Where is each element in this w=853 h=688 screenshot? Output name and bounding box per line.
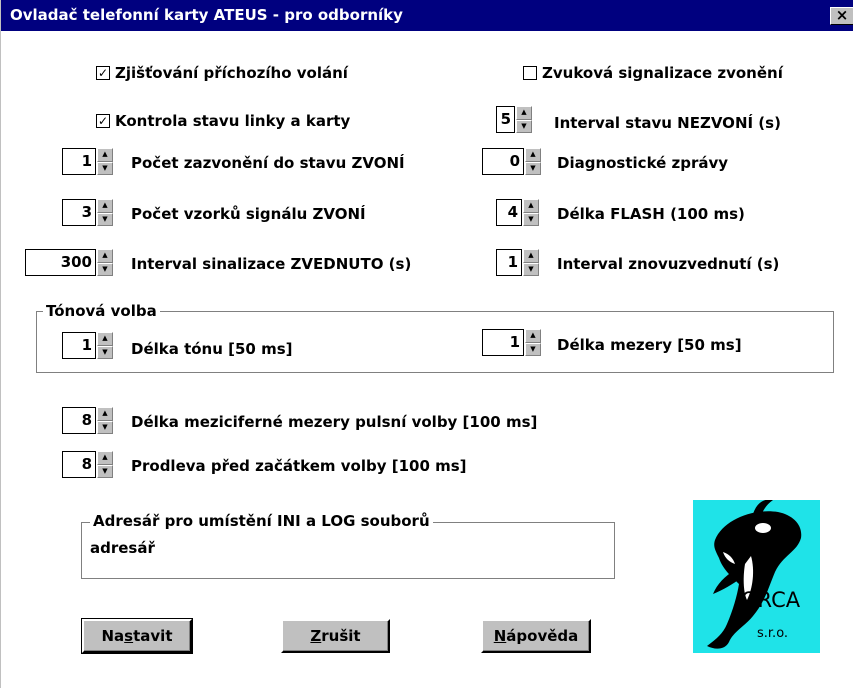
spin-up-icon[interactable]: ▲	[516, 106, 532, 120]
spin-down-icon[interactable]: ▼	[525, 161, 541, 175]
orca-logo: ORCA s.r.o.	[693, 499, 820, 653]
spin-down-icon[interactable]: ▼	[97, 345, 113, 359]
noring-interval-spinner[interactable]: 5 ▲ ▼	[496, 106, 532, 133]
predial-delay-spinner[interactable]: 8 ▲ ▼	[62, 451, 113, 478]
interdigit-gap-spinner[interactable]: 8 ▲ ▼	[62, 407, 113, 434]
repickup-interval-input[interactable]: 1	[496, 249, 522, 276]
spin-up-icon[interactable]: ▲	[97, 451, 113, 465]
tone-length-label: Délka tónu [50 ms]	[131, 340, 293, 358]
cancel-button[interactable]: Zrušit	[281, 619, 390, 653]
pickup-interval-label: Interval sinalizace ZVEDNUTO (s)	[131, 255, 412, 273]
tone-length-spinner[interactable]: 1 ▲ ▼	[62, 332, 113, 359]
ring-samples-spinner[interactable]: 3 ▲ ▼	[62, 199, 113, 226]
line-check-checkbox[interactable]: ✓ Kontrola stavu linky a karty	[96, 112, 350, 130]
spinner-arrows[interactable]: ▲ ▼	[516, 106, 532, 133]
diag-messages-input[interactable]: 0	[482, 148, 524, 175]
spinner-arrows[interactable]: ▲ ▼	[523, 249, 539, 276]
help-button-label-rest: ápověda	[506, 627, 579, 645]
interdigit-gap-input[interactable]: 8	[62, 407, 96, 434]
directory-path[interactable]: adresář	[90, 539, 155, 557]
logo-text-sro: s.r.o.	[757, 626, 789, 641]
ring-samples-label: Počet vzorků signálu ZVONÍ	[131, 205, 366, 223]
spin-up-icon[interactable]: ▲	[97, 332, 113, 346]
close-button[interactable]: ×	[830, 7, 853, 25]
spin-down-icon[interactable]: ▼	[525, 342, 541, 356]
help-button[interactable]: Nápověda	[481, 619, 591, 653]
cancel-button-label-rest: rušit	[321, 627, 361, 645]
directory-legend: Adresář pro umístění INI a LOG souborů	[90, 512, 433, 530]
spinner-arrows[interactable]: ▲ ▼	[97, 332, 113, 359]
noring-interval-input[interactable]: 5	[496, 106, 515, 133]
flash-length-input[interactable]: 4	[496, 199, 522, 226]
gap-length-spinner[interactable]: 1 ▲ ▼	[482, 329, 541, 356]
spinner-arrows[interactable]: ▲ ▼	[97, 199, 113, 226]
window-title: Ovladač telefonní karty ATEUS - pro odbo…	[10, 6, 403, 24]
spinner-arrows[interactable]: ▲ ▼	[525, 148, 541, 175]
directory-group: Adresář pro umístění INI a LOG souborů a…	[81, 512, 615, 579]
diag-messages-spinner[interactable]: 0 ▲ ▼	[482, 148, 541, 175]
spinner-arrows[interactable]: ▲ ▼	[525, 329, 541, 356]
spin-down-icon[interactable]: ▼	[97, 262, 113, 276]
gap-length-label: Délka mezery [50 ms]	[557, 336, 742, 354]
spin-down-icon[interactable]: ▼	[97, 161, 113, 175]
spin-down-icon[interactable]: ▼	[97, 420, 113, 434]
incoming-call-checkbox[interactable]: ✓ Zjišťování příchozího volání	[96, 64, 348, 82]
spin-up-icon[interactable]: ▲	[97, 199, 113, 213]
noring-interval-label: Interval stavu NEZVONÍ (s)	[554, 114, 781, 132]
tone-dialing-legend: Tónová volba	[43, 302, 160, 320]
spin-up-icon[interactable]: ▲	[523, 249, 539, 263]
line-check-label: Kontrola stavu linky a karty	[115, 112, 351, 130]
spin-up-icon[interactable]: ▲	[97, 148, 113, 162]
spinner-arrows[interactable]: ▲ ▼	[97, 407, 113, 434]
sound-signal-checkbox[interactable]: Zvuková signalizace zvonění	[523, 64, 783, 82]
spinner-arrows[interactable]: ▲ ▼	[97, 148, 113, 175]
spin-down-icon[interactable]: ▼	[97, 212, 113, 226]
ring-samples-input[interactable]: 3	[62, 199, 96, 226]
incoming-call-label: Zjišťování příchozího volání	[115, 64, 348, 82]
flash-length-spinner[interactable]: 4 ▲ ▼	[496, 199, 539, 226]
set-button-label-rest: tavit	[133, 627, 173, 645]
rings-count-input[interactable]: 1	[62, 148, 96, 175]
predial-delay-input[interactable]: 8	[62, 451, 96, 478]
spinner-arrows[interactable]: ▲ ▼	[97, 249, 113, 276]
help-button-accesskey: N	[493, 627, 507, 645]
spin-down-icon[interactable]: ▼	[516, 119, 532, 133]
set-button[interactable]: Nastavit	[81, 618, 193, 654]
spin-up-icon[interactable]: ▲	[525, 148, 541, 162]
spin-down-icon[interactable]: ▼	[97, 464, 113, 478]
repickup-interval-spinner[interactable]: 1 ▲ ▼	[496, 249, 539, 276]
spinner-arrows[interactable]: ▲ ▼	[97, 451, 113, 478]
spin-up-icon[interactable]: ▲	[97, 407, 113, 421]
spin-up-icon[interactable]: ▲	[525, 329, 541, 343]
set-button-label: Na	[101, 627, 125, 645]
rings-count-spinner[interactable]: 1 ▲ ▼	[62, 148, 113, 175]
checkbox-check-icon[interactable]: ✓	[96, 114, 110, 128]
spinner-arrows[interactable]: ▲ ▼	[523, 199, 539, 226]
gap-length-input[interactable]: 1	[482, 329, 524, 356]
cancel-button-accesskey: Z	[310, 627, 322, 645]
repickup-interval-label: Interval znovuzvednutí (s)	[557, 255, 780, 273]
sound-signal-label: Zvuková signalizace zvonění	[542, 64, 783, 82]
predial-delay-label: Prodleva před začátkem volby [100 ms]	[131, 457, 467, 475]
tone-length-input[interactable]: 1	[62, 332, 96, 359]
diag-messages-label: Diagnostické zprávy	[557, 154, 729, 172]
title-bar[interactable]: Ovladač telefonní karty ATEUS - pro odbo…	[1, 0, 853, 31]
rings-count-label: Počet zazvonění do stavu ZVONÍ	[131, 154, 405, 172]
flash-length-label: Délka FLASH (100 ms)	[557, 205, 745, 223]
checkbox-check-icon[interactable]: ✓	[96, 66, 110, 80]
dialog-window: Ovladač telefonní karty ATEUS - pro odbo…	[0, 0, 853, 688]
close-icon: ×	[835, 6, 849, 24]
spin-down-icon[interactable]: ▼	[523, 212, 539, 226]
spin-up-icon[interactable]: ▲	[97, 249, 113, 263]
set-button-accesskey: s	[124, 627, 134, 645]
spin-down-icon[interactable]: ▼	[523, 262, 539, 276]
spin-up-icon[interactable]: ▲	[523, 199, 539, 213]
pickup-interval-input[interactable]: 300	[25, 249, 96, 276]
checkbox-box[interactable]	[523, 66, 537, 80]
interdigit-gap-label: Délka meziciferné mezery pulsní volby [1…	[131, 413, 538, 431]
logo-text-orca: ORCA	[741, 588, 801, 612]
pickup-interval-spinner[interactable]: 300 ▲ ▼	[25, 249, 113, 276]
